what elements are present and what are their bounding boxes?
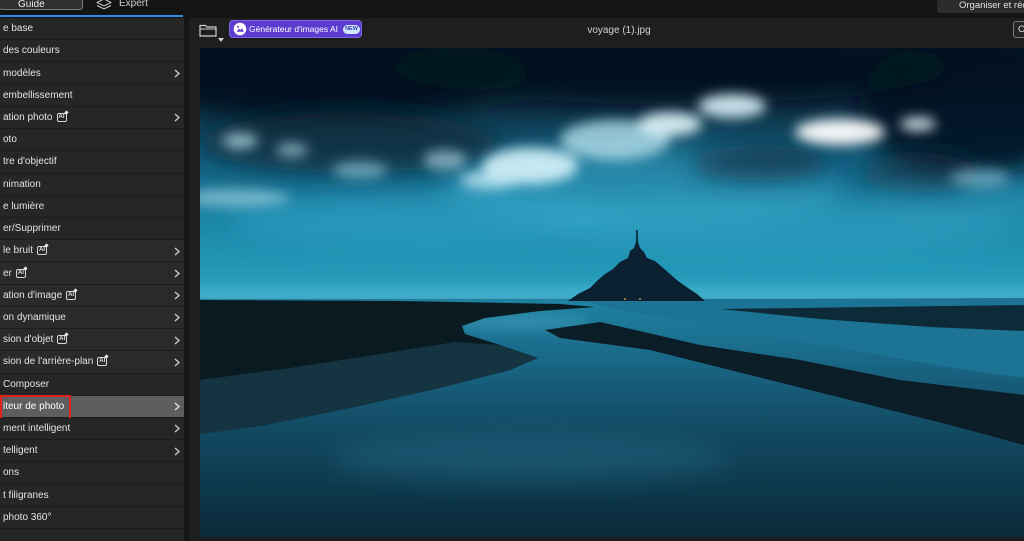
chevron-right-icon (174, 424, 180, 433)
sidebar-item-label: nimation (3, 178, 41, 190)
chevron-right-icon (174, 358, 180, 367)
sidebar-item-label: embellissement (3, 89, 73, 101)
ai-icon: AI (97, 357, 108, 367)
chevron-down-icon[interactable] (218, 29, 224, 42)
chevron-right-icon (174, 247, 180, 256)
sidebar-item-object-removal[interactable]: sion d'objet AI (0, 329, 184, 352)
new-badge: NEW (343, 24, 360, 34)
sidebar-item-label: t filigranes (3, 489, 49, 501)
organize-button-label: Organiser et réc (959, 0, 1024, 11)
sidebar-item-label: le bruit (3, 245, 34, 257)
sidebar-item-enhance[interactable]: er AI (0, 262, 184, 285)
highlight-outline (0, 394, 71, 420)
sidebar-item-animation[interactable]: nimation (0, 173, 184, 196)
sidebar-item-watermarks[interactable]: t filigranes (0, 484, 184, 507)
sidebar-item-label: modèles (3, 67, 41, 79)
layers-icon (95, 0, 113, 15)
sidebar-item-label: sion de l'arrière-plan (3, 356, 94, 368)
sidebar-item-image-enhancement[interactable]: ation d'image AI (0, 284, 184, 307)
guide-sidebar: e base des couleurs modèles embellisseme… (0, 18, 184, 541)
ai-icon: AI (66, 290, 77, 300)
sidebar-item-dynamic[interactable]: on dynamique (0, 306, 184, 330)
chevron-right-icon (174, 336, 180, 345)
sidebar-item-smart-replace[interactable]: ment intelligent (0, 417, 184, 441)
sidebar-item-templates[interactable]: modèles (0, 62, 184, 85)
folder-icon[interactable] (199, 24, 217, 37)
sidebar-item-label: er/Supprimer (3, 223, 61, 235)
sidebar-item-label: e base (3, 23, 34, 35)
sidebar-item-smart[interactable]: telligent (0, 440, 184, 463)
sidebar-item-label: oto (3, 134, 17, 146)
right-toolbar-button[interactable]: C (1013, 21, 1024, 39)
sidebar-item-label: sion d'objet (3, 334, 54, 346)
sidebar-item-composer[interactable]: Composer (0, 373, 184, 396)
ai-image-generator-label: Générateur d'images AI (249, 23, 339, 34)
sidebar-item-partial[interactable] (0, 529, 184, 541)
ai-icon: AI (57, 335, 68, 345)
tab-guide-label: Guide (18, 0, 45, 10)
sidebar-item-label: e lumière (3, 200, 45, 212)
sidebar-item-label: on dynamique (3, 311, 66, 323)
chevron-right-icon (174, 447, 180, 456)
chevron-right-icon (174, 313, 180, 322)
sidebar-item-photo-360[interactable]: photo 360° (0, 506, 184, 530)
file-name-title: voyage (1).jpg (587, 25, 651, 36)
main-workspace: Générateur d'images AI NEW voyage (1).jp… (189, 18, 1024, 541)
right-toolbar-button-frame[interactable]: C (1013, 21, 1024, 38)
right-toolbar-button-label: C (1018, 24, 1024, 35)
photo-canvas[interactable] (200, 48, 1024, 537)
sidebar-item-background-removal[interactable]: sion de l'arrière-plan AI (0, 351, 184, 374)
sidebar-item-embellishment[interactable]: embellissement (0, 84, 184, 107)
sidebar-item-annotations[interactable]: ons (0, 462, 184, 485)
sidebar-item-label: telligent (3, 445, 38, 457)
sidebar-item-base[interactable]: e base (0, 18, 184, 41)
sidebar-item-label: ation d'image (3, 289, 63, 301)
ai-icon: AI (37, 246, 48, 256)
sidebar-item-label: photo 360° (3, 511, 52, 523)
chevron-right-icon (174, 113, 180, 122)
ai-icon: AI (15, 268, 26, 278)
ai-image-icon (233, 22, 247, 36)
sidebar-item-label: ment intelligent (3, 423, 71, 435)
tab-expert-label: Expert (119, 0, 148, 9)
sidebar-item-label: ons (3, 467, 20, 479)
chevron-right-icon (174, 402, 180, 411)
ai-icon: AI (56, 112, 67, 122)
ai-image-generator-button[interactable]: Générateur d'images AI NEW (229, 20, 362, 38)
sidebar-item-light-effect[interactable]: e lumière (0, 195, 184, 218)
chevron-right-icon (174, 291, 180, 300)
sidebar-item-photo-repair[interactable]: ation photo AI (0, 106, 184, 130)
sidebar-item-lens-filter[interactable]: tre d'objectif (0, 151, 184, 174)
sidebar-item-noise[interactable]: le bruit AI (0, 240, 184, 263)
sidebar-item-label: Composer (3, 378, 50, 390)
sidebar-item-photo[interactable]: oto (0, 129, 184, 152)
chevron-right-icon (174, 269, 180, 278)
tab-guide[interactable]: Guide (0, 0, 83, 10)
chevron-right-icon (174, 69, 180, 78)
sidebar-item-label: tre d'objectif (3, 156, 57, 168)
active-tab-indicator (0, 15, 183, 17)
sidebar-item-colors[interactable]: des couleurs (0, 40, 184, 63)
tab-expert[interactable]: Expert (95, 0, 155, 11)
top-bar: Guide Expert Organiser et réc (0, 0, 1024, 18)
sidebar-item-label: des couleurs (3, 45, 60, 57)
organize-button[interactable]: Organiser et réc (937, 0, 1024, 13)
sidebar-item-label: er (3, 267, 12, 279)
sidebar-item-add-remove[interactable]: er/Supprimer (0, 217, 184, 241)
sidebar-item-photo-editor[interactable]: iteur de photo (0, 394, 184, 420)
sidebar-item-label: ation photo (3, 111, 53, 123)
